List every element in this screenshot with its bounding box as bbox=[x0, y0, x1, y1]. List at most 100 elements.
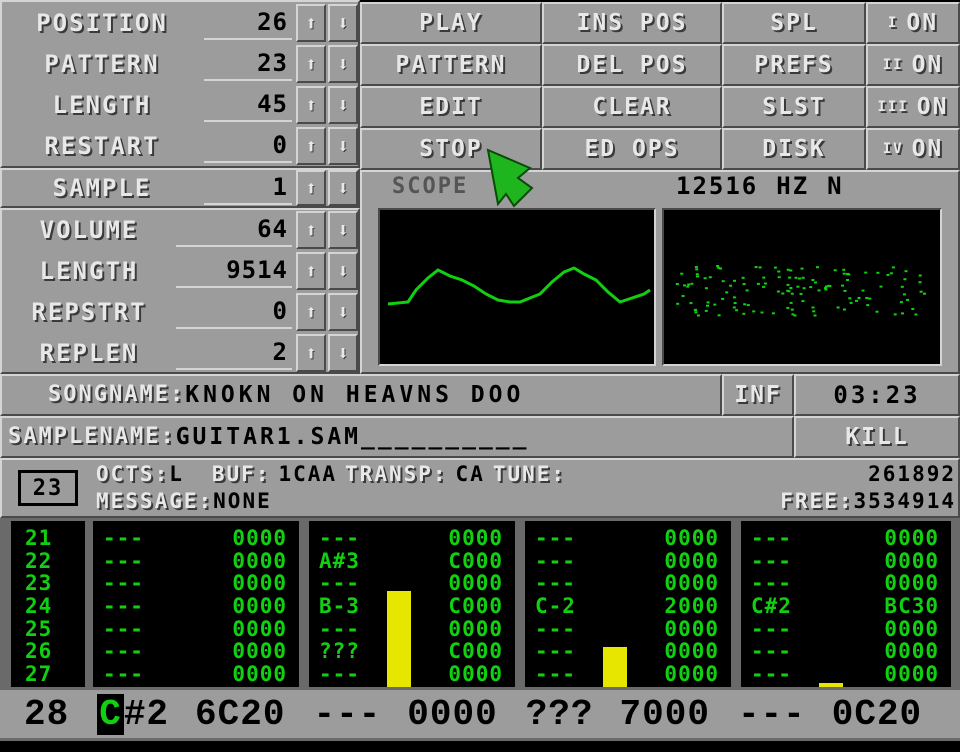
note-cell[interactable]: A#3 bbox=[319, 549, 360, 573]
kill-button[interactable]: KILL bbox=[794, 416, 960, 458]
effect-cell[interactable]: 0000 bbox=[232, 595, 287, 618]
sample-length-value[interactable]: 9514 bbox=[176, 254, 292, 288]
replen-down-arrow[interactable]: ⬇ bbox=[328, 334, 358, 372]
track-row[interactable]: --- 0000 bbox=[103, 549, 287, 573]
note-cell[interactable]: --- bbox=[751, 527, 792, 550]
edit-track-3-fx[interactable]: 7000 bbox=[620, 694, 710, 735]
length-down-arrow[interactable]: ⬇ bbox=[328, 86, 358, 124]
effect-cell[interactable]: 0000 bbox=[884, 640, 939, 663]
volume-value[interactable]: 64 bbox=[176, 213, 292, 247]
track-2[interactable]: --- 0000 A#3 C000 --- 0000 B-3 C000 --- 0000??? C0… bbox=[306, 518, 518, 690]
restart-up-arrow[interactable]: ⬆ bbox=[296, 127, 326, 165]
length-value[interactable]: 45 bbox=[204, 88, 292, 122]
track-row[interactable]: --- 0000 bbox=[319, 527, 503, 550]
note-cell[interactable]: --- bbox=[103, 618, 144, 641]
note-cell[interactable]: --- bbox=[103, 595, 144, 618]
inf-button[interactable]: INF bbox=[722, 374, 794, 416]
edit-track-2-fx[interactable]: 0000 bbox=[407, 694, 497, 735]
track-row[interactable]: --- 0000 bbox=[319, 618, 503, 641]
effect-cell[interactable]: 0000 bbox=[232, 663, 287, 686]
edit-track-3-note[interactable]: ??? bbox=[526, 694, 594, 735]
edit-track-4-fx[interactable]: 0C20 bbox=[832, 694, 922, 735]
note-cell[interactable]: --- bbox=[103, 640, 144, 663]
note-cell[interactable]: --- bbox=[319, 618, 360, 641]
restart-value[interactable]: 0 bbox=[204, 129, 292, 163]
clear-button[interactable]: CLEAR bbox=[542, 86, 722, 128]
length-up-arrow[interactable]: ⬆ bbox=[296, 86, 326, 124]
effect-cell[interactable]: 0000 bbox=[448, 663, 503, 686]
track-3[interactable]: --- 0000 --- 0000 --- 0000 C-2 2000 --- 0000 --- 00… bbox=[522, 518, 734, 690]
volume-down-arrow[interactable]: ⬇ bbox=[328, 211, 358, 249]
effect-cell[interactable]: C000 bbox=[448, 640, 503, 663]
volume-up-arrow[interactable]: ⬆ bbox=[296, 211, 326, 249]
note-cell[interactable]: --- bbox=[103, 527, 144, 550]
edit-track-2-note[interactable]: --- bbox=[313, 694, 381, 735]
edit-button[interactable]: EDIT bbox=[360, 86, 542, 128]
track-row[interactable]: --- 0000 bbox=[751, 549, 939, 573]
note-cell[interactable]: --- bbox=[319, 572, 360, 595]
position-up-arrow[interactable]: ⬆ bbox=[296, 4, 326, 42]
track-row[interactable]: --- 0000 bbox=[751, 663, 939, 686]
track-row[interactable]: --- 0000 bbox=[319, 572, 503, 595]
track-row[interactable]: --- 0000 bbox=[751, 640, 939, 663]
channel-3-toggle[interactable]: III ON bbox=[866, 86, 960, 128]
track-row[interactable]: --- 0000 bbox=[535, 549, 719, 573]
track-row[interactable]: --- 0000 bbox=[535, 572, 719, 595]
track-row[interactable]: --- 0000 bbox=[103, 572, 287, 595]
note-cell[interactable]: --- bbox=[535, 663, 576, 686]
effect-cell[interactable]: 0000 bbox=[664, 572, 719, 595]
edit-track-1-fx[interactable]: 6C20 bbox=[195, 694, 285, 735]
track-row[interactable]: --- 0000 bbox=[103, 595, 287, 618]
effect-cell[interactable]: 0000 bbox=[884, 618, 939, 641]
channel-1-toggle[interactable]: I ON bbox=[866, 2, 960, 44]
effect-cell[interactable]: 0000 bbox=[664, 663, 719, 686]
disk-button[interactable]: DISK bbox=[722, 128, 866, 170]
track-row[interactable]: ??? C000 bbox=[319, 640, 503, 663]
play-button[interactable]: PLAY bbox=[360, 2, 542, 44]
songname-value[interactable]: KNOKN ON HEAVNS DOO bbox=[185, 382, 524, 408]
effect-cell[interactable]: 0000 bbox=[232, 618, 287, 641]
effect-cell[interactable]: 2000 bbox=[664, 595, 719, 618]
effect-cell[interactable]: 0000 bbox=[664, 618, 719, 641]
repstrt-down-arrow[interactable]: ⬇ bbox=[328, 293, 358, 331]
pattern-button[interactable]: PATTERN bbox=[360, 44, 542, 86]
effect-cell[interactable]: 0000 bbox=[664, 527, 719, 550]
samplename-field[interactable]: SAMPLENAME: GUITAR1.SAM__________ bbox=[8, 418, 788, 456]
edit-track-4-note[interactable]: --- bbox=[738, 694, 806, 735]
note-cell[interactable]: --- bbox=[535, 549, 576, 573]
track-row[interactable]: --- 0000 bbox=[535, 527, 719, 550]
pattern-down-arrow[interactable]: ⬇ bbox=[328, 45, 358, 83]
repstrt-up-arrow[interactable]: ⬆ bbox=[296, 293, 326, 331]
effect-cell[interactable]: 0000 bbox=[448, 572, 503, 595]
note-cell[interactable]: --- bbox=[103, 663, 144, 686]
slst-button[interactable]: SLST bbox=[722, 86, 866, 128]
note-cell[interactable]: C#2 bbox=[751, 595, 792, 618]
effect-cell[interactable]: 0000 bbox=[664, 549, 719, 573]
channel-2-toggle[interactable]: II ON bbox=[866, 44, 960, 86]
note-cell[interactable]: --- bbox=[103, 572, 144, 595]
effect-cell[interactable]: 0000 bbox=[232, 640, 287, 663]
ed-ops-button[interactable]: ED OPS bbox=[542, 128, 722, 170]
restart-down-arrow[interactable]: ⬇ bbox=[328, 127, 358, 165]
position-down-arrow[interactable]: ⬇ bbox=[328, 4, 358, 42]
effect-cell[interactable]: 0000 bbox=[884, 549, 939, 573]
effect-cell[interactable]: 0000 bbox=[232, 572, 287, 595]
sample-length-up-arrow[interactable]: ⬆ bbox=[296, 252, 326, 290]
note-cell[interactable]: --- bbox=[751, 572, 792, 595]
note-cell[interactable]: --- bbox=[751, 663, 792, 686]
note-cell[interactable]: --- bbox=[535, 572, 576, 595]
track-4[interactable]: --- 0000 --- 0000 --- 0000 C#2 BC30 --- 0000 --- 00… bbox=[738, 518, 954, 690]
track-row[interactable]: --- 0000 bbox=[535, 640, 719, 663]
track-row[interactable]: B-3 C000 bbox=[319, 595, 503, 618]
track-row[interactable]: --- 0000 bbox=[751, 527, 939, 550]
effect-cell[interactable]: 0000 bbox=[884, 527, 939, 550]
repstrt-value[interactable]: 0 bbox=[176, 295, 292, 329]
effect-cell[interactable]: 0000 bbox=[664, 640, 719, 663]
track-row[interactable]: --- 0000 bbox=[535, 618, 719, 641]
effect-cell[interactable]: 0000 bbox=[232, 549, 287, 573]
sample-length-down-arrow[interactable]: ⬇ bbox=[328, 252, 358, 290]
effect-cell[interactable]: 0000 bbox=[448, 618, 503, 641]
del-pos-button[interactable]: DEL POS bbox=[542, 44, 722, 86]
effect-cell[interactable]: BC30 bbox=[884, 595, 939, 618]
sample-down-arrow[interactable]: ⬇ bbox=[328, 170, 358, 206]
